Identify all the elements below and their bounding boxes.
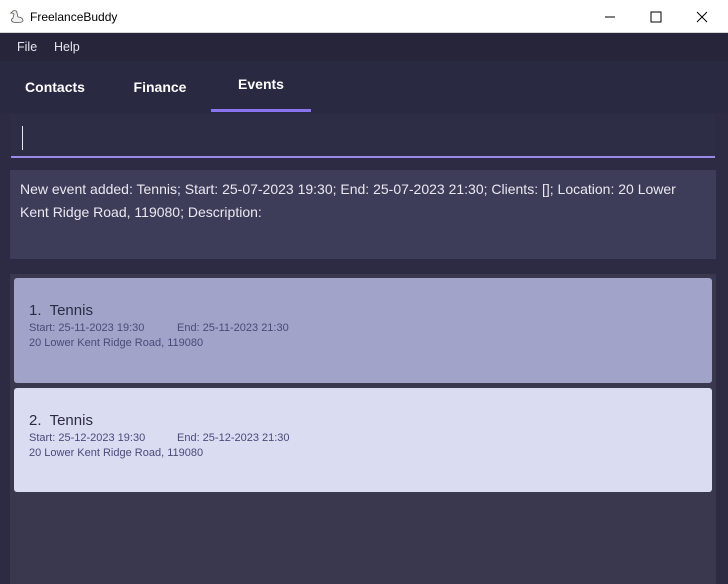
event-end: End: 25-11-2023 21:30 [177, 322, 289, 334]
tab-contacts[interactable]: Contacts [12, 61, 98, 113]
minimize-button[interactable] [587, 0, 633, 33]
text-cursor [22, 126, 23, 150]
event-time: Start: 25-11-2023 19:30 End: 25-11-2023 … [29, 322, 289, 334]
event-name: Tennis [49, 302, 93, 319]
event-title: 1. Tennis [29, 302, 93, 319]
tab-finance[interactable]: Finance [118, 61, 202, 113]
menu-bar: File Help [0, 33, 728, 61]
command-input[interactable] [11, 114, 715, 158]
event-location: 20 Lower Kent Ridge Road, 119080 [29, 337, 204, 349]
menu-help[interactable]: Help [54, 40, 80, 54]
event-title: 2. Tennis [29, 412, 93, 429]
event-end: End: 25-12-2023 21:30 [177, 432, 290, 444]
menu-file[interactable]: File [17, 40, 37, 54]
result-message: New event added: Tennis; Start: 25-07-20… [20, 181, 676, 220]
event-location: 20 Lower Kent Ridge Road, 119080 [29, 447, 204, 459]
event-start: Start: 25-11-2023 19:30 [29, 322, 145, 334]
event-card-2[interactable]: 2. Tennis Start: 25-12-2023 19:30 End: 2… [14, 388, 712, 492]
minimize-icon [605, 16, 615, 17]
tab-bar: Contacts Finance Events [0, 61, 728, 113]
window-title: FreelanceBuddy [30, 10, 118, 24]
maximize-button[interactable] [633, 0, 679, 33]
close-icon [696, 11, 708, 22]
event-card-1[interactable]: 1. Tennis Start: 25-11-2023 19:30 End: 2… [14, 278, 712, 383]
maximize-icon [650, 11, 662, 22]
goose-icon [9, 10, 24, 24]
window-titlebar: FreelanceBuddy [0, 0, 728, 33]
result-display: New event added: Tennis; Start: 25-07-20… [10, 170, 716, 259]
event-time: Start: 25-12-2023 19:30 End: 25-12-2023 … [29, 432, 290, 444]
close-button[interactable] [679, 0, 725, 33]
event-index: 1. [29, 302, 42, 319]
event-start: Start: 25-12-2023 19:30 [29, 432, 146, 444]
active-tab-indicator [211, 109, 311, 112]
tab-events[interactable]: Events [211, 61, 311, 107]
event-name: Tennis [49, 412, 93, 429]
event-index: 2. [29, 412, 42, 429]
